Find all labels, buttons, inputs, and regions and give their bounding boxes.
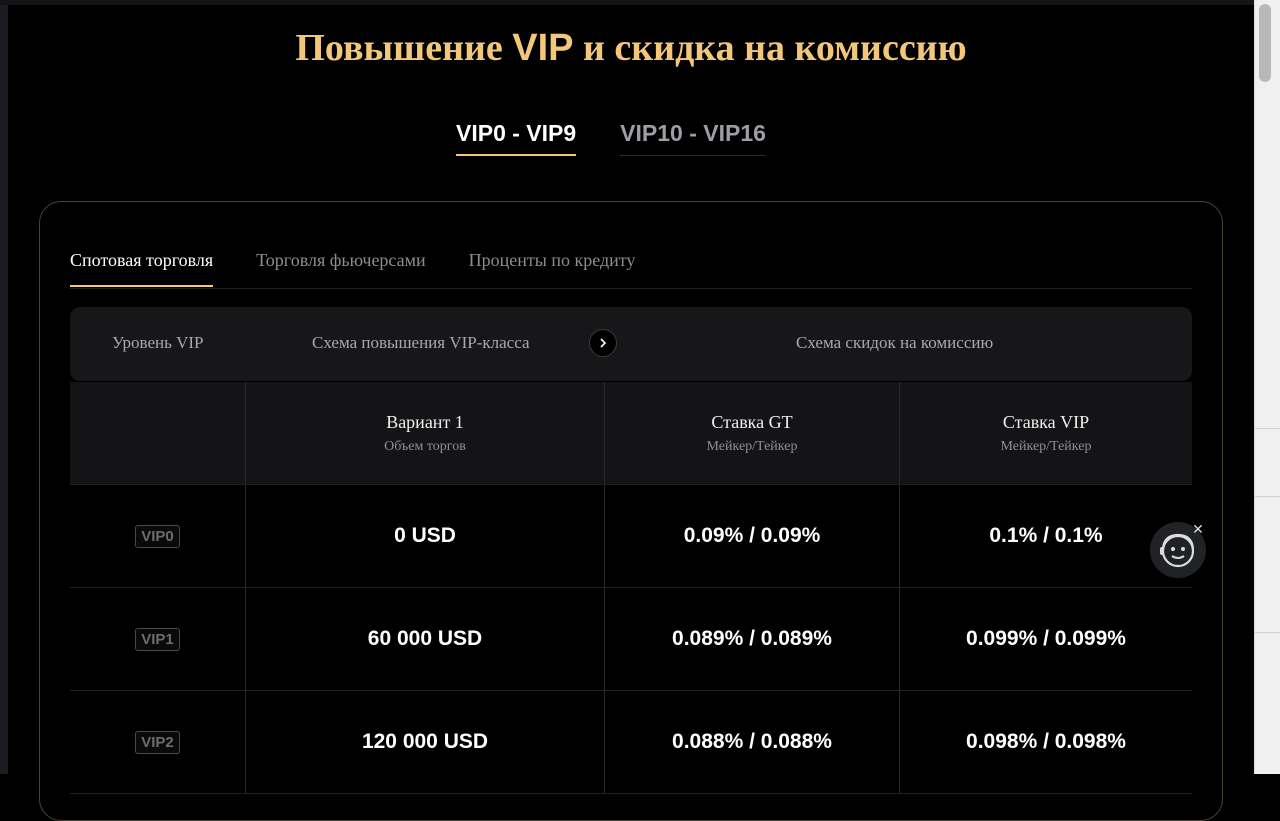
- gt-rate-cell: 0.088% / 0.088%: [604, 691, 899, 793]
- next-scheme-button[interactable]: [589, 329, 617, 357]
- scrollbar-thumb[interactable]: [1259, 4, 1271, 82]
- vip-rate-cell: 0.099% / 0.099%: [899, 588, 1192, 690]
- gt-rate-value: 0.088% / 0.088%: [672, 730, 832, 753]
- column-title: Ставка VIP: [1002, 411, 1090, 432]
- column-title: Ставка GT: [711, 411, 793, 432]
- table-row: VIP2 120 000 USD 0.088% / 0.088% 0.098% …: [70, 691, 1192, 794]
- column-subtitle: Мейкер/Тейкер: [1000, 438, 1092, 454]
- vip-level-badge: VIP2: [135, 730, 180, 754]
- window-left-edge: [0, 0, 8, 774]
- vip-table: Вариант 1 Объем торгов Ставка GT Мейкер/…: [70, 382, 1192, 794]
- volume-cell: 120 000 USD: [245, 691, 604, 793]
- volume-cell: 0 USD: [245, 485, 604, 587]
- volume-value: 120 000 USD: [361, 730, 489, 753]
- vip-rate-cell: 0.098% / 0.098%: [899, 691, 1192, 793]
- gt-rate-value: 0.09% / 0.09%: [683, 524, 821, 547]
- vip-rate-cell: 0.1% / 0.1%: [899, 485, 1192, 587]
- table-row: VIP0 0 USD 0.09% / 0.09% 0.1% / 0.1%: [70, 485, 1192, 588]
- level-cell: VIP2: [70, 691, 245, 793]
- vip-level-label: Уровень VIP: [112, 333, 204, 352]
- volume-value: 60 000 USD: [367, 627, 483, 650]
- tab-loan-interest[interactable]: Проценты по кредиту: [469, 248, 636, 287]
- window-top-edge: [0, 0, 1254, 5]
- header-level-cell: [70, 382, 245, 484]
- gt-rate-cell: 0.09% / 0.09%: [604, 485, 899, 587]
- volume-cell: 60 000 USD: [245, 588, 604, 690]
- page-title: Повышение VIP и скидка на комиссию: [295, 27, 967, 69]
- tab-spot-trading[interactable]: Спотовая торговля: [70, 248, 214, 287]
- column-title: Вариант 1: [386, 411, 464, 432]
- vip-rate-value: 0.098% / 0.098%: [966, 730, 1126, 753]
- vip-card: Спотовая торговля Торговля фьючерсами Пр…: [39, 201, 1223, 821]
- upgrade-scheme-label: Схема повышения VIP-класса: [312, 333, 530, 352]
- chevron-right-icon: [600, 338, 607, 348]
- table-row: VIP1 60 000 USD 0.089% / 0.089% 0.099% /…: [70, 588, 1192, 691]
- level-cell: VIP0: [70, 485, 245, 587]
- header-volume-cell: Вариант 1 Объем торгов: [245, 382, 604, 484]
- gt-rate-cell: 0.089% / 0.089%: [604, 588, 899, 690]
- header-gt-rate-cell: Ставка GT Мейкер/Тейкер: [604, 382, 899, 484]
- category-tabs: Спотовая торговля Торговля фьючерсами Пр…: [70, 248, 1192, 289]
- discount-scheme-label: Схема скидок на комиссию: [796, 333, 994, 352]
- column-subtitle: Объем торгов: [384, 438, 466, 454]
- page-scrollbar[interactable]: [1254, 0, 1280, 774]
- tab-vip10-vip16[interactable]: VIP10 - VIP16: [620, 116, 766, 156]
- volume-value: 0 USD: [394, 524, 456, 547]
- tab-futures-trading[interactable]: Торговля фьючерсами: [256, 248, 426, 287]
- scroll-marker: [1255, 496, 1280, 497]
- scroll-marker: [1255, 632, 1280, 633]
- vip-level-badge: VIP1: [135, 627, 180, 651]
- vip-range-tabs: VIP0 - VIP9 VIP10 - VIP16: [456, 116, 766, 162]
- vip-rate-value: 0.099% / 0.099%: [966, 627, 1126, 650]
- vip-level-badge: VIP0: [135, 524, 180, 548]
- scroll-marker: [1255, 428, 1280, 429]
- column-subtitle: Мейкер/Тейкер: [706, 438, 798, 454]
- table-header-row: Вариант 1 Объем торгов Ставка GT Мейкер/…: [70, 382, 1192, 485]
- header-vip-rate-cell: Ставка VIP Мейкер/Тейкер: [899, 382, 1192, 484]
- close-icon[interactable]: ✕: [1190, 522, 1206, 538]
- vip-rate-value: 0.1% / 0.1%: [989, 524, 1103, 547]
- gt-rate-value: 0.089% / 0.089%: [672, 627, 832, 650]
- scheme-header: Уровень VIP Схема повышения VIP-класса С…: [70, 307, 1192, 381]
- tab-vip0-vip9[interactable]: VIP0 - VIP9: [456, 116, 577, 156]
- level-cell: VIP1: [70, 588, 245, 690]
